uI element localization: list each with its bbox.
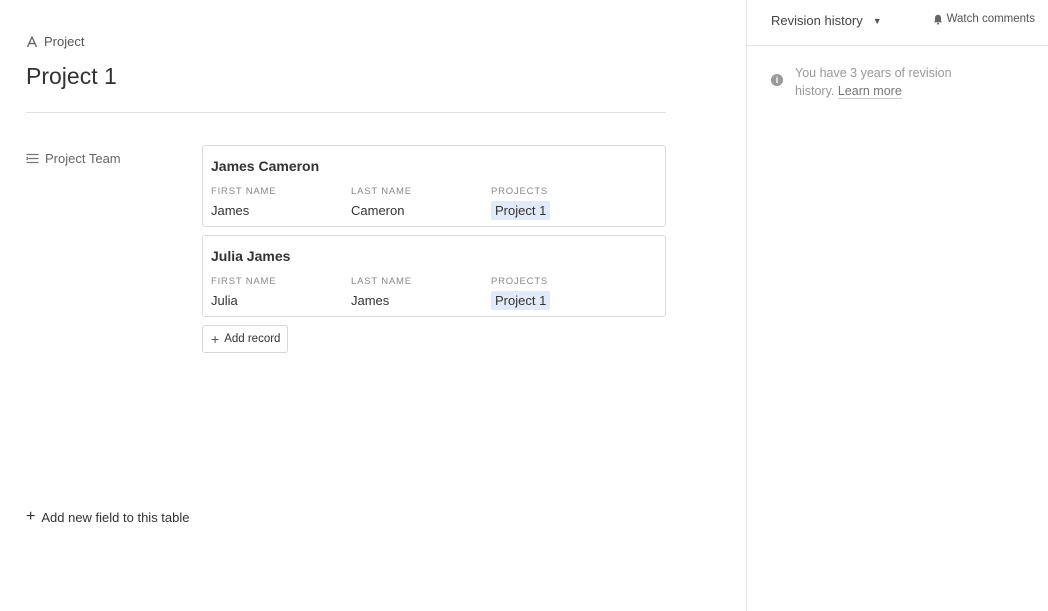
last-name-value: Cameron — [351, 203, 405, 218]
projects-column: PROJECTS Project 1 — [491, 276, 626, 310]
add-record-label: Add record — [224, 333, 281, 345]
learn-more-link[interactable]: Learn more — [837, 84, 902, 99]
last-name-column: LAST NAME Cameron — [351, 186, 486, 218]
first-name-value: James — [211, 203, 250, 218]
projects-header: PROJECTS — [491, 276, 549, 287]
table-name: Project — [26, 34, 84, 49]
page-title: Project 1 — [26, 63, 117, 89]
add-field-button[interactable]: + Add new field to this table — [26, 509, 190, 525]
table-name-label: Project — [44, 34, 85, 49]
revision-info-text: You have 3 years of revision history. Le… — [795, 64, 975, 100]
plus-icon: + — [211, 331, 220, 347]
sidebar-header: Revision history ▼ Watch comments — [747, 0, 1048, 46]
revision-sidebar: Revision history ▼ Watch comments i You … — [746, 0, 1048, 611]
divider — [26, 112, 666, 113]
caret-down-icon: ▼ — [872, 15, 882, 26]
last-name-header: LAST NAME — [351, 186, 412, 197]
add-field-label: Add new field to this table — [41, 509, 190, 525]
revision-info: i You have 3 years of revision history. … — [771, 64, 975, 100]
first-name-column: FIRST NAME Julia — [211, 276, 346, 308]
last-name-column: LAST NAME James — [351, 276, 486, 308]
record-card-title: James Cameron — [211, 158, 320, 174]
first-name-header: FIRST NAME — [211, 276, 277, 287]
revision-history-dropdown[interactable]: Revision history ▼ — [771, 13, 882, 28]
project-pill[interactable]: Project 1 — [491, 291, 551, 310]
projects-header: PROJECTS — [491, 186, 549, 197]
plus-icon: + — [26, 508, 36, 525]
watch-comments-label: Watch comments — [946, 13, 1035, 25]
linked-field-icon — [26, 153, 39, 164]
bell-icon — [933, 14, 943, 25]
projects-column: PROJECTS Project 1 — [491, 186, 626, 220]
primary-field-icon — [26, 35, 38, 48]
record-card-title: Julia James — [211, 248, 291, 264]
revision-history-label: Revision history — [771, 13, 863, 28]
info-icon: i — [771, 74, 783, 86]
field-label-text: Project Team — [45, 151, 121, 166]
add-record-button[interactable]: + Add record — [202, 325, 288, 353]
first-name-value: Julia — [211, 293, 238, 308]
project-pill[interactable]: Project 1 — [491, 201, 551, 220]
last-name-value: James — [351, 293, 390, 308]
linked-record-card[interactable]: James Cameron FIRST NAME James LAST NAME… — [202, 145, 666, 227]
record-detail-panel: Project Project 1 Project Team James Cam… — [0, 0, 746, 611]
field-label-project-team: Project Team — [26, 151, 121, 166]
watch-comments-button[interactable]: Watch comments — [933, 13, 1035, 25]
first-name-header: FIRST NAME — [211, 186, 277, 197]
first-name-column: FIRST NAME James — [211, 186, 346, 218]
last-name-header: LAST NAME — [351, 276, 412, 287]
linked-record-card[interactable]: Julia James FIRST NAME Julia LAST NAME J… — [202, 235, 666, 317]
